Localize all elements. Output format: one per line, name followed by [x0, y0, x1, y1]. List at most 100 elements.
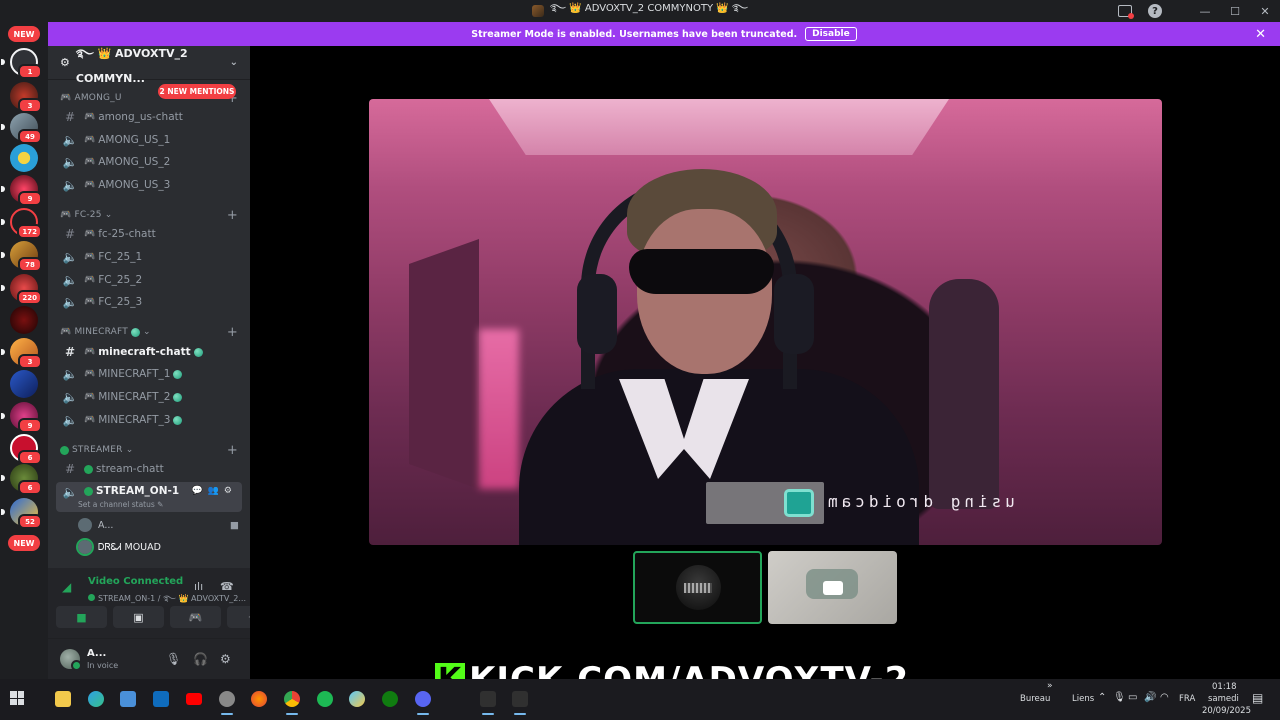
server-icon-9[interactable] — [10, 306, 38, 334]
language-indicator[interactable]: FRA — [1179, 694, 1195, 704]
activities-button[interactable]: 🎮 — [170, 606, 221, 628]
server-icon-12[interactable]: 9 — [1, 402, 42, 433]
tray-bureau[interactable]: Bureau — [1020, 694, 1050, 704]
app-icon[interactable] — [512, 691, 528, 715]
discord-icon[interactable] — [415, 691, 431, 715]
channel-fc-25-3[interactable]: 🔈 🎮 FC_25_3 — [56, 292, 242, 312]
new-mentions-pill[interactable]: 2 NEW MENTIONS — [158, 84, 236, 99]
gear-icon[interactable]: ⚙ — [220, 652, 231, 666]
server-settings-icon: ⚙ — [60, 56, 70, 69]
server-icon-14[interactable]: 6 — [1, 464, 42, 495]
gamepad-icon: 🎮 — [84, 392, 96, 402]
category-fc-25[interactable]: 🎮 FC-25 ⌄ + — [48, 207, 250, 223]
minimize-button[interactable]: — — [1190, 0, 1220, 22]
channel-among-us-1[interactable]: 🔈 🎮 AMONG_US_1 — [56, 130, 242, 150]
main-video-feed[interactable]: using droidcam — [369, 99, 1162, 545]
participant-tile[interactable] — [633, 551, 762, 624]
new-unread-pill-bottom[interactable]: NEW — [8, 535, 40, 551]
channel-among-us-2[interactable]: 🔈 🎮 AMONG_US_2 — [56, 152, 242, 172]
channel-minecraft-3[interactable]: 🔈 🎮 MINECRAFT_3 — [56, 410, 242, 430]
maximize-button[interactable]: ☐ — [1220, 0, 1250, 22]
outlook-icon[interactable] — [153, 691, 169, 707]
disable-streamer-mode-button[interactable]: Disable — [805, 27, 857, 41]
battery-icon[interactable]: ▭ — [1128, 692, 1137, 703]
microphone-icon[interactable]: 🎙 — [1113, 692, 1126, 703]
noise-suppression-icon[interactable]: ılı — [194, 580, 203, 593]
store-icon[interactable] — [120, 691, 136, 707]
chat-bubble-icon[interactable]: 💬 — [191, 486, 202, 496]
camera-icon: ■ — [76, 610, 87, 624]
create-channel-icon[interactable]: + — [227, 443, 238, 458]
server-icon-10[interactable]: 3 — [1, 338, 42, 369]
channel-stream-chatt[interactable]: # stream-chatt — [56, 459, 242, 479]
server-icon-2[interactable]: 3 — [10, 82, 42, 113]
gear-icon[interactable]: ⚙ — [224, 486, 232, 496]
server-icon-13[interactable]: 6 — [10, 434, 42, 465]
close-window-button[interactable]: ✕ — [1250, 0, 1280, 22]
chevron-right-icon[interactable]: » — [1047, 681, 1053, 691]
xbox-icon[interactable] — [382, 691, 398, 707]
windows-start-icon[interactable] — [10, 691, 24, 705]
server-icon-7[interactable]: 78 — [1, 241, 42, 272]
channel-minecraft-2[interactable]: 🔈 🎮 MINECRAFT_2 — [56, 387, 242, 407]
tray-liens[interactable]: Liens — [1072, 694, 1094, 704]
server-icon-4[interactable] — [10, 144, 38, 172]
notifications-icon[interactable]: ▤ — [1252, 691, 1263, 705]
channel-fc-25-1[interactable]: 🔈 🎮 FC_25_1 — [56, 247, 242, 267]
help-button[interactable]: ? — [1140, 0, 1170, 22]
invite-icon[interactable]: 👥 — [208, 486, 219, 496]
voice-channel-icon: 🔈 — [62, 367, 78, 381]
category-minecraft[interactable]: 🎮 MINECRAFT ⌄ + — [48, 324, 250, 340]
user-name[interactable]: A... — [87, 648, 106, 659]
close-banner-icon[interactable]: ✕ — [1255, 27, 1266, 42]
app-icon[interactable] — [219, 691, 235, 715]
category-streamer[interactable]: STREAMER ⌄ + — [48, 442, 250, 458]
screen-share-button[interactable]: ▣ — [113, 606, 164, 628]
channel-status-note[interactable]: Set a channel status ✎ — [78, 500, 163, 509]
channel-label: STREAM_ON-1 — [96, 485, 180, 497]
server-icon-11[interactable] — [10, 370, 38, 398]
chevron-up-icon[interactable]: ⌃ — [1098, 692, 1106, 703]
server-avatar — [10, 306, 38, 334]
server-icon-1[interactable]: 1 — [1, 48, 42, 79]
video-stage: using droidcam — [250, 46, 1280, 679]
app-icon[interactable] — [349, 691, 365, 707]
file-explorer-icon[interactable] — [55, 691, 71, 707]
voice-user[interactable]: A... ■ — [78, 516, 239, 534]
headphones-icon[interactable]: 🎧 — [193, 652, 208, 666]
volume-icon[interactable]: 🔊 — [1144, 692, 1156, 703]
guild-header[interactable]: ⚙ ࿐ 👑 ADVOXTV_2 COMMYN... ⌄ — [48, 46, 250, 85]
edge-icon[interactable] — [88, 691, 104, 707]
channel-label: FC_25_2 — [98, 274, 143, 286]
avatar[interactable] — [60, 649, 82, 671]
firefox-icon[interactable] — [251, 691, 267, 707]
app-icon[interactable] — [480, 691, 496, 715]
signal-icon[interactable]: ◢ — [62, 580, 71, 594]
channel-minecraft-1[interactable]: 🔈 🎮 MINECRAFT_1 — [56, 364, 242, 384]
server-icon-3[interactable]: 49 — [1, 113, 42, 144]
create-channel-icon[interactable]: + — [227, 325, 238, 340]
channel-among-us-3[interactable]: 🔈 🎮 AMONG_US_3 — [56, 175, 242, 195]
channel-minecraft-chatt[interactable]: # 🎮 minecraft-chatt — [56, 342, 242, 362]
server-icon-6[interactable]: 172 — [1, 208, 42, 239]
channel-among-us-chatt[interactable]: # 🎮 among_us-chatt — [56, 107, 242, 127]
server-icon-15[interactable]: 52 — [1, 498, 42, 529]
clock-time[interactable]: 01:18 — [1212, 682, 1237, 692]
connection-location-text: STREAM_ON-1 / ࿐ 👑 ADVOXTV_2... — [98, 594, 247, 603]
create-channel-icon[interactable]: + — [227, 208, 238, 223]
youtube-icon[interactable] — [186, 693, 202, 705]
voice-user[interactable]: ᎠᏒᏋᏗ MOUAD — [76, 538, 161, 556]
spotify-icon[interactable] — [317, 691, 333, 707]
wifi-icon[interactable]: ◠ — [1160, 692, 1169, 703]
chrome-icon[interactable] — [284, 691, 300, 715]
server-icon-5[interactable]: 9 — [1, 175, 42, 206]
new-unread-pill[interactable]: NEW — [8, 26, 40, 42]
participant-tile[interactable] — [768, 551, 897, 624]
inbox-button[interactable] — [1110, 0, 1140, 22]
channel-fc-25-chatt[interactable]: # 🎮 fc-25-chatt — [56, 224, 242, 244]
camera-button[interactable]: ■ — [56, 606, 107, 628]
disconnect-icon[interactable]: ☎ — [220, 580, 234, 593]
microphone-icon[interactable]: 🎙 — [166, 652, 181, 666]
server-icon-8[interactable]: 220 — [1, 274, 42, 305]
channel-fc-25-2[interactable]: 🔈 🎮 FC_25_2 — [56, 270, 242, 290]
